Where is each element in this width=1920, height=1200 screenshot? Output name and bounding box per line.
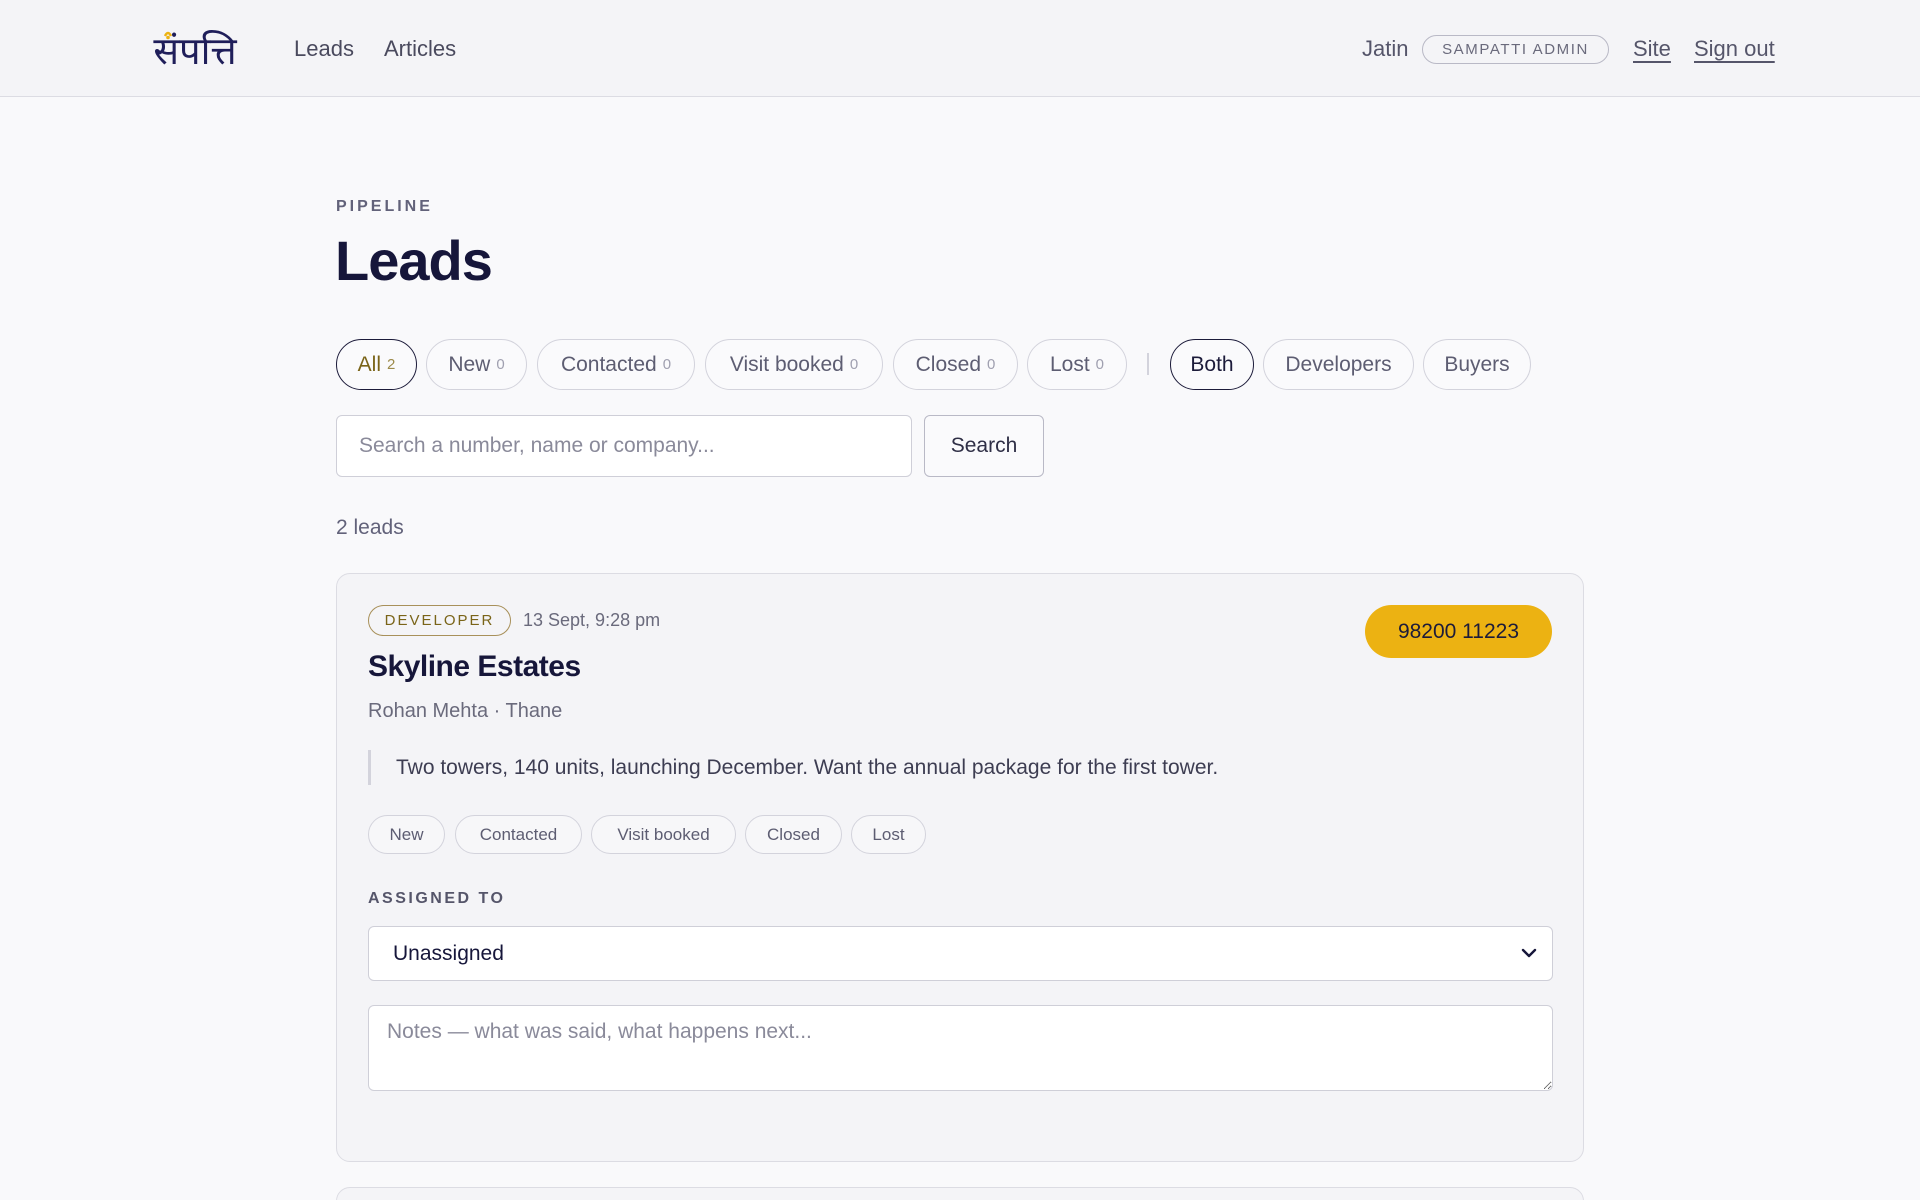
- user-name: Jatin: [1362, 36, 1409, 61]
- set-status-visit-booked[interactable]: Visit booked: [591, 815, 736, 854]
- sampatti-logo[interactable]: संपत्ति: [146, 24, 244, 72]
- lead-contact-meta: Rohan Mehta · Thane: [368, 700, 563, 722]
- filter-label: Closed: [915, 352, 982, 376]
- filter-new[interactable]: New 0: [426, 339, 527, 390]
- filter-visit-booked[interactable]: Visit booked 0: [705, 339, 883, 390]
- filter-contacted[interactable]: Contacted 0: [537, 339, 695, 390]
- filter-label: New: [448, 352, 491, 376]
- page-title: Leads: [335, 229, 493, 292]
- audience-developers[interactable]: Developers: [1263, 339, 1414, 390]
- page-eyebrow: PIPELINE: [336, 198, 433, 215]
- lead-card: DEVELOPER 13 Sept, 9:28 pm 98200 11223 S…: [336, 573, 1584, 1162]
- filter-count: 0: [662, 356, 672, 373]
- logo-mark: संपत्ति: [153, 29, 237, 72]
- filter-count: 0: [496, 356, 505, 373]
- filter-count: 0: [987, 356, 996, 373]
- filter-count: 0: [849, 356, 859, 373]
- role-badge: SAMPATTI ADMIN: [1422, 35, 1609, 64]
- audience-both[interactable]: Both: [1170, 339, 1254, 390]
- filter-label: Visit booked: [729, 352, 844, 376]
- logo-text: संपत्ति: [153, 29, 237, 72]
- set-status-lost[interactable]: Lost: [851, 815, 926, 854]
- filter-all[interactable]: All 2: [336, 339, 417, 390]
- chevron-down-icon: [1521, 948, 1537, 958]
- filter-label: Lost: [1049, 352, 1090, 376]
- filter-count: 0: [1095, 356, 1105, 373]
- site-link[interactable]: Site: [1633, 36, 1671, 62]
- filter-divider: [1147, 353, 1149, 375]
- lead-card: [336, 1187, 1584, 1200]
- filter-label: Buyers: [1444, 352, 1510, 376]
- filter-closed[interactable]: Closed 0: [893, 339, 1018, 390]
- lead-date: 13 Sept, 9:28 pm: [523, 610, 661, 630]
- filter-label: Developers: [1285, 352, 1392, 376]
- set-status-new[interactable]: New: [368, 815, 445, 854]
- assigned-to-value: Unassigned: [393, 941, 504, 965]
- set-status-closed[interactable]: Closed: [745, 815, 842, 854]
- filter-label: Contacted: [560, 352, 657, 376]
- assigned-to-select[interactable]: Unassigned: [368, 926, 1553, 981]
- nav-leads[interactable]: Leads: [294, 36, 354, 62]
- filter-lost[interactable]: Lost 0: [1027, 339, 1127, 390]
- filter-label: Both: [1190, 352, 1234, 376]
- nav-articles[interactable]: Articles: [384, 36, 456, 62]
- audience-buyers[interactable]: Buyers: [1423, 339, 1531, 390]
- call-phone-button[interactable]: 98200 11223: [1365, 605, 1552, 658]
- filter-label: All: [357, 352, 381, 376]
- filter-count: 2: [387, 356, 396, 373]
- lead-company: Skyline Estates: [368, 650, 581, 683]
- set-status-contacted[interactable]: Contacted: [455, 815, 582, 854]
- results-count: 2 leads: [336, 516, 404, 539]
- notes-textarea[interactable]: [368, 1005, 1553, 1091]
- search-input[interactable]: [336, 415, 912, 477]
- lead-message: Two towers, 140 units, launching Decembe…: [368, 750, 1218, 785]
- assigned-to-label: ASSIGNED TO: [368, 890, 506, 907]
- top-navigation-bar: संपत्ति Leads Articles Jatin SAMPATTI AD…: [0, 0, 1920, 97]
- search-button[interactable]: Search: [924, 415, 1044, 477]
- lead-type-badge: DEVELOPER: [368, 605, 511, 636]
- sign-out-link[interactable]: Sign out: [1694, 36, 1775, 62]
